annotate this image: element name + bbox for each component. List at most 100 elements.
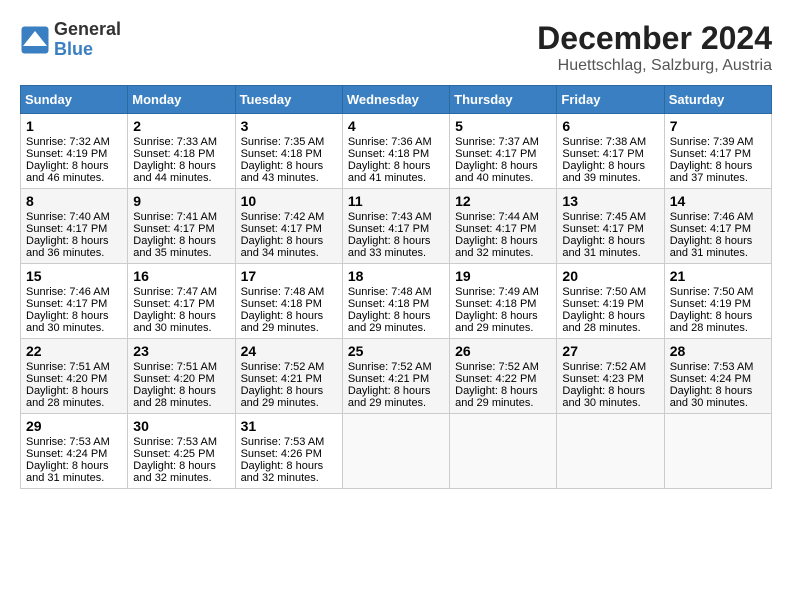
sunset-text: Sunset: 4:17 PM [133,298,214,310]
sunset-text: Sunset: 4:19 PM [26,148,107,160]
sunset-text: Sunset: 4:17 PM [455,148,536,160]
calendar-cell: 9Sunrise: 7:41 AMSunset: 4:17 PMDaylight… [128,189,235,264]
day-number: 7 [670,118,766,134]
day-number: 27 [562,343,658,359]
calendar-week-row: 8Sunrise: 7:40 AMSunset: 4:17 PMDaylight… [21,189,772,264]
sunset-text: Sunset: 4:24 PM [26,448,107,460]
sunrise-text: Sunrise: 7:44 AM [455,211,539,223]
day-number: 25 [348,343,444,359]
calendar-cell: 31 Sunrise: 7:53 AMSunset: 4:26 PMDayligh… [235,414,342,489]
logo-text: General Blue [54,20,121,60]
daylight-text: Daylight: 8 hours and 32 minutes. [455,235,538,259]
calendar-cell: 18Sunrise: 7:48 AMSunset: 4:18 PMDayligh… [342,264,449,339]
sunset-text: Sunset: 4:17 PM [670,223,751,235]
sunrise-text: Sunrise: 7:45 AM [562,211,646,223]
calendar-cell: 16 Sunrise: 7:47 AMSunset: 4:17 PMDayligh… [128,264,235,339]
sunrise-text: Sunrise: 7:52 AM [455,361,539,373]
day-number: 12 [455,193,551,209]
daylight-text: Daylight: 8 hours and 30 minutes. [26,310,109,334]
day-number: 15 [26,268,122,284]
daylight-text: Daylight: 8 hours and 32 minutes. [133,460,216,484]
day-number: 14 [670,193,766,209]
calendar-cell: 13Sunrise: 7:45 AMSunset: 4:17 PMDayligh… [557,189,664,264]
day-number: 17 [241,268,337,284]
day-number: 21 [670,268,766,284]
sunset-text: Sunset: 4:26 PM [241,448,322,460]
sunrise-text: Sunrise: 7:50 AM [562,286,646,298]
sunset-text: Sunset: 4:17 PM [562,223,643,235]
daylight-text: Daylight: 8 hours and 29 minutes. [241,310,324,334]
calendar-cell: 14Sunrise: 7:46 AMSunset: 4:17 PMDayligh… [664,189,771,264]
calendar-cell: 28Sunrise: 7:53 AMSunset: 4:24 PMDayligh… [664,339,771,414]
day-number: 24 [241,343,337,359]
sunrise-text: Sunrise: 7:51 AM [26,361,110,373]
sunset-text: Sunset: 4:17 PM [26,223,107,235]
day-number: 31 [241,418,337,434]
calendar-cell: 2Sunrise: 7:33 AMSunset: 4:18 PMDaylight… [128,114,235,189]
daylight-text: Daylight: 8 hours and 40 minutes. [455,160,538,184]
day-number: 1 [26,118,122,134]
daylight-text: Daylight: 8 hours and 29 minutes. [241,385,324,409]
day-number: 22 [26,343,122,359]
day-number: 2 [133,118,229,134]
calendar-cell: 30Sunrise: 7:53 AMSunset: 4:25 PMDayligh… [128,414,235,489]
sunset-text: Sunset: 4:18 PM [133,148,214,160]
day-number: 8 [26,193,122,209]
day-number: 16 [133,268,229,284]
daylight-text: Daylight: 8 hours and 29 minutes. [348,310,431,334]
sunset-text: Sunset: 4:21 PM [241,373,322,385]
calendar-cell: 25Sunrise: 7:52 AMSunset: 4:21 PMDayligh… [342,339,449,414]
sunrise-text: Sunrise: 7:36 AM [348,136,432,148]
sunrise-text: Sunrise: 7:42 AM [241,211,325,223]
calendar-week-row: 22 Sunrise: 7:51 AM Sunset: 4:20 PM Dayligh… [21,339,772,414]
calendar-cell [450,414,557,489]
daylight-text: Daylight: 8 hours and 29 minutes. [455,310,538,334]
daylight-text: Daylight: 8 hours and 37 minutes. [670,160,753,184]
day-number: 18 [348,268,444,284]
sunrise-text: Sunrise: 7:52 AM [348,361,432,373]
sunrise-text: Sunrise: 7:40 AM [26,211,110,223]
day-number: 28 [670,343,766,359]
calendar-cell [664,414,771,489]
calendar-cell: 11Sunrise: 7:43 AMSunset: 4:17 PMDayligh… [342,189,449,264]
sunset-text: Sunset: 4:17 PM [133,223,214,235]
sunrise-text: Sunrise: 7:43 AM [348,211,432,223]
sunset-text: Sunset: 4:17 PM [348,223,429,235]
calendar-cell: 7Sunrise: 7:39 AMSunset: 4:17 PMDaylight… [664,114,771,189]
sunset-text: Sunset: 4:18 PM [241,298,322,310]
calendar-week-row: 29Sunrise: 7:53 AMSunset: 4:24 PMDayligh… [21,414,772,489]
logo: General Blue [20,20,121,60]
daylight-text: Daylight: 8 hours and 29 minutes. [455,385,538,409]
sunset-text: Sunset: 4:21 PM [348,373,429,385]
sunrise-text: Sunrise: 7:50 AM [670,286,754,298]
calendar-cell [557,414,664,489]
sunrise-text: Sunrise: 7:47 AM [133,286,217,298]
daylight-text: Daylight: 8 hours and 30 minutes. [133,310,216,334]
calendar-cell: 10Sunrise: 7:42 AMSunset: 4:17 PMDayligh… [235,189,342,264]
daylight-text: Daylight: 8 hours and 44 minutes. [133,160,216,184]
calendar-week-row: 1 Sunrise: 7:32 AMSunset: 4:19 PM Daylight… [21,114,772,189]
sunrise-text: Sunrise: 7:49 AM [455,286,539,298]
sunrise-text: Sunrise: 7:32 AM [26,136,110,148]
sunrise-text: Sunrise: 7:53 AM [241,436,325,448]
sunset-text: Sunset: 4:17 PM [670,148,751,160]
logo-icon [20,25,50,55]
calendar-cell: 26Sunrise: 7:52 AMSunset: 4:22 PMDayligh… [450,339,557,414]
logo-line2: Blue [54,40,121,60]
sunset-text: Sunset: 4:23 PM [562,373,643,385]
sunset-text: Sunset: 4:20 PM [133,373,214,385]
day-number: 4 [348,118,444,134]
sunset-text: Sunset: 4:18 PM [455,298,536,310]
sunrise-text: Sunrise: 7:46 AM [670,211,754,223]
daylight-text: Daylight: 8 hours and 39 minutes. [562,160,645,184]
weekday-header: Saturday [664,86,771,114]
daylight-text: Daylight: 8 hours and 28 minutes. [26,385,109,409]
sunset-text: Sunset: 4:19 PM [670,298,751,310]
sunset-text: Sunset: 4:18 PM [348,298,429,310]
calendar-cell: 29Sunrise: 7:53 AMSunset: 4:24 PMDayligh… [21,414,128,489]
sunrise-text: Sunrise: 7:46 AM [26,286,110,298]
daylight-text: Daylight: 8 hours and 32 minutes. [241,460,324,484]
daylight-text: Daylight: 8 hours and 34 minutes. [241,235,324,259]
calendar-week-row: 15Sunrise: 7:46 AMSunset: 4:17 PMDayligh… [21,264,772,339]
daylight-text: Daylight: 8 hours and 28 minutes. [670,310,753,334]
